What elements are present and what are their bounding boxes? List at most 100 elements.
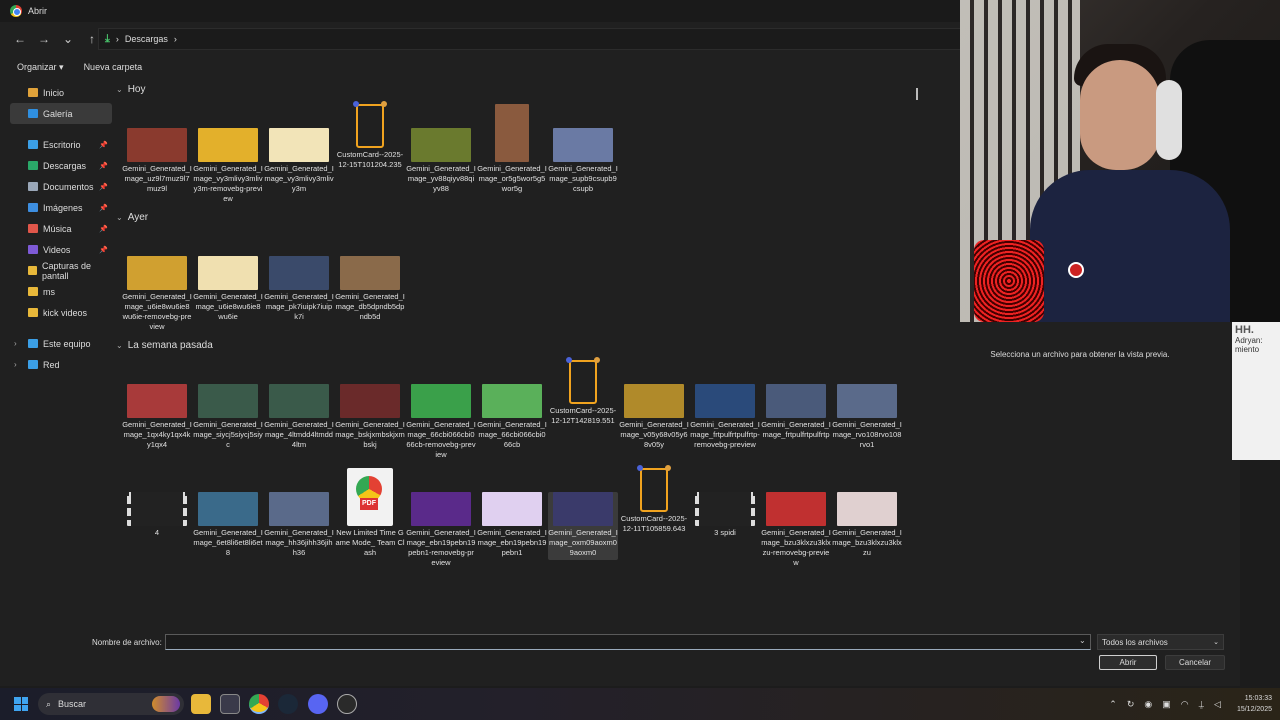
file-item[interactable]: Gemini_Generated_Image_or5g5wor5g5wor5g <box>477 104 547 194</box>
obs-icon[interactable] <box>337 694 357 714</box>
sidebar-item-label: kick videos <box>43 307 88 318</box>
file-item[interactable]: Gemini_Generated_Image_u6ie8wu6ie8wu6ie <box>193 256 263 322</box>
image-thumbnail <box>198 128 258 162</box>
file-item[interactable]: Gemini_Generated_Image_oxm09aoxm09aoxm0 <box>548 492 618 560</box>
card-thumbnail <box>353 101 387 148</box>
sidebar-item-ms[interactable]: ms <box>10 281 112 302</box>
breadcrumb-descargas[interactable]: Descargas <box>125 34 168 44</box>
sidebar-item-música[interactable]: Música 📌 <box>10 218 112 239</box>
file-item[interactable]: Gemini_Generated_Image_hh36jihh36jihh36 <box>264 492 334 558</box>
sidebar-item-documentos[interactable]: Documentos 📌 <box>10 176 112 197</box>
sidebar-item-network[interactable]: › Red <box>10 354 112 375</box>
file-item[interactable]: Gemini_Generated_Image_1qx4ky1qx4ky1qx4 <box>122 384 192 450</box>
file-item[interactable]: Gemini_Generated_Image_vy3mlivy3mlivy3m <box>264 128 334 194</box>
discord-icon[interactable] <box>308 694 328 714</box>
sidebar-item-capturas-de-pantall[interactable]: Capturas de pantall <box>10 260 112 281</box>
system-tray: ⌃ ↻ ◉ ▣ ◠ ⍊ ◁ 15:03:33 15/12/2025 <box>1109 693 1272 715</box>
file-explorer-icon[interactable] <box>191 694 211 714</box>
webcam-overlay <box>960 0 1280 322</box>
file-item[interactable]: Gemini_Generated_Image_6et8li6et8li6et8 <box>193 492 263 558</box>
address-bar[interactable]: ⤓ › Descargas › <box>98 28 978 50</box>
shirt-logo-icon <box>1068 262 1084 278</box>
file-item[interactable]: Gemini_Generated_Image_ebn19pebn19pebn1-… <box>406 492 476 568</box>
file-item[interactable]: Gemini_Generated_Image_bskjxmbskjxmbskj <box>335 384 405 450</box>
sidebar-item-escritorio[interactable]: Escritorio 📌 <box>10 134 112 155</box>
file-item[interactable]: Gemini_Generated_Image_supb9csupb9csupb <box>548 128 618 194</box>
open-button[interactable]: Abrir <box>1099 655 1157 670</box>
sync-icon[interactable]: ↻ <box>1127 699 1135 710</box>
file-item[interactable]: Gemini_Generated_Image_pk7iuipk7iuipk7i <box>264 256 334 322</box>
file-item[interactable]: Gemini_Generated_Image_siycj5siycj5siyc <box>193 384 263 450</box>
file-item[interactable]: 3 spidi <box>690 492 760 538</box>
file-name: Gemini_Generated_Image_db5dpndb5dpndb5d <box>335 292 405 321</box>
chrome-icon[interactable] <box>249 694 269 714</box>
download-icon <box>28 161 38 170</box>
collapse-chevron-icon[interactable]: ⌄ <box>116 213 123 222</box>
wifi-icon[interactable]: ◠ <box>1181 699 1189 710</box>
file-item[interactable]: Gemini_Generated_Image_bzu3klxzu3klxzu-r… <box>761 492 831 568</box>
chevron-down-icon: ⌄ <box>1213 639 1219 646</box>
recent-locations-chevron-icon[interactable]: ⌄ <box>58 29 78 49</box>
microphone-icon[interactable]: ⍊ <box>1199 699 1204 710</box>
group-header[interactable]: ⌄ Hoy <box>116 84 146 95</box>
file-item[interactable]: 4 <box>122 492 192 538</box>
file-item[interactable]: Gemini_Generated_Image_66cbi066cbi066cb <box>477 384 547 450</box>
file-item[interactable]: Gemini_Generated_Image_v05y68v05y68v05y <box>619 384 689 450</box>
file-item[interactable]: CustomCard--2025-12-12T142819.551 <box>548 357 618 426</box>
file-item[interactable]: Gemini_Generated_Image_4ltmdd4ltmdd4ltm <box>264 384 334 450</box>
file-item[interactable]: Gemini_Generated_Image_bzu3klxzu3klxzu <box>832 492 902 558</box>
collapse-chevron-icon[interactable]: ⌄ <box>116 85 123 94</box>
file-item[interactable]: Gemini_Generated_Image_u6ie8wu6ie8wu6ie-… <box>122 256 192 332</box>
sidebar-item-kick-videos[interactable]: kick videos <box>10 302 112 323</box>
collapse-chevron-icon[interactable]: ⌄ <box>116 341 123 350</box>
group-header[interactable]: ⌄ La semana pasada <box>116 340 213 351</box>
file-item[interactable]: Gemini_Generated_Image_frtpulfrtpulfrtp <box>761 384 831 440</box>
forward-arrow-icon[interactable]: → <box>34 29 54 49</box>
file-name: Gemini_Generated_Image_66cbi066cbi066cb <box>477 420 547 449</box>
filename-input[interactable] <box>165 634 1091 650</box>
breadcrumb-chevron-icon[interactable]: › <box>174 34 177 44</box>
sidebar-item-inicio[interactable]: Inicio <box>10 82 112 103</box>
windows-start-icon[interactable] <box>14 697 28 711</box>
file-item[interactable]: Gemini_Generated_Image_uz9l7muz9l7muz9l <box>122 128 192 194</box>
group-header[interactable]: ⌄ Ayer <box>116 212 148 223</box>
image-thumbnail <box>198 492 258 526</box>
file-item[interactable]: Gemini_Generated_Image_66cbi066cbi066cb-… <box>406 384 476 460</box>
file-item[interactable]: Gemini_Generated_Image_rvo108rvo108rvo1 <box>832 384 902 450</box>
file-item[interactable]: Gemini_Generated_Image_vy3mlivy3mlivy3m-… <box>193 128 263 204</box>
sidebar-item-imágenes[interactable]: Imágenes 📌 <box>10 197 112 218</box>
file-item[interactable]: Gemini_Generated_Image_frtpulfrtpulfrtp-… <box>690 384 760 450</box>
cancel-button[interactable]: Cancelar <box>1165 655 1225 670</box>
chrome-icon <box>10 5 22 17</box>
file-item[interactable]: CustomCard--2025-12-15T101204.235 <box>335 101 405 170</box>
file-item[interactable]: Gemini_Generated_Image_yv88qiyv88qiyv88 <box>406 128 476 194</box>
sidebar-item-this-pc[interactable]: › Este equipo <box>10 333 112 354</box>
image-thumbnail <box>766 492 826 526</box>
steam-icon[interactable] <box>278 694 298 714</box>
file-item[interactable]: Gemini_Generated_Image_ebn19pebn19pebn1 <box>477 492 547 558</box>
file-name: Gemini_Generated_Image_vy3mlivy3mlivy3m-… <box>193 164 263 203</box>
sidebar-item-descargas[interactable]: Descargas 📌 <box>10 155 112 176</box>
nvidia-icon[interactable]: ▣ <box>1162 699 1171 710</box>
taskbar-search[interactable]: ⌕ Buscar <box>38 693 184 715</box>
image-thumbnail <box>340 384 400 418</box>
expand-chevron-icon[interactable]: › <box>14 360 17 369</box>
file-item[interactable]: New Limited Time Game Mode_ Team Clash <box>335 468 405 558</box>
file-item[interactable]: CustomCard--2025-12-11T105859.643 <box>619 465 689 534</box>
home-icon <box>28 88 38 97</box>
expand-chevron-icon[interactable]: › <box>14 339 17 348</box>
discord-tray-icon[interactable]: ◉ <box>1144 699 1152 710</box>
sidebar-item-videos[interactable]: Videos 📌 <box>10 239 112 260</box>
organize-button[interactable]: Organizar ▾ <box>17 62 64 73</box>
filetype-select[interactable]: Todos los archivos ⌄ <box>1097 634 1224 650</box>
vertical-scrollbar[interactable] <box>916 88 918 100</box>
volume-icon[interactable]: ◁ <box>1214 699 1221 710</box>
file-item[interactable]: Gemini_Generated_Image_db5dpndb5dpndb5d <box>335 256 405 322</box>
new-folder-button[interactable]: Nueva carpeta <box>84 62 143 72</box>
filename-history-chevron-icon[interactable]: ⌄ <box>1079 636 1086 645</box>
back-arrow-icon[interactable]: ← <box>10 29 30 49</box>
store-icon[interactable] <box>220 694 240 714</box>
show-hidden-icons-chevron-icon[interactable]: ⌃ <box>1109 699 1117 710</box>
clock[interactable]: 15:03:33 15/12/2025 <box>1237 693 1272 715</box>
sidebar-item-galería[interactable]: Galería <box>10 103 112 124</box>
